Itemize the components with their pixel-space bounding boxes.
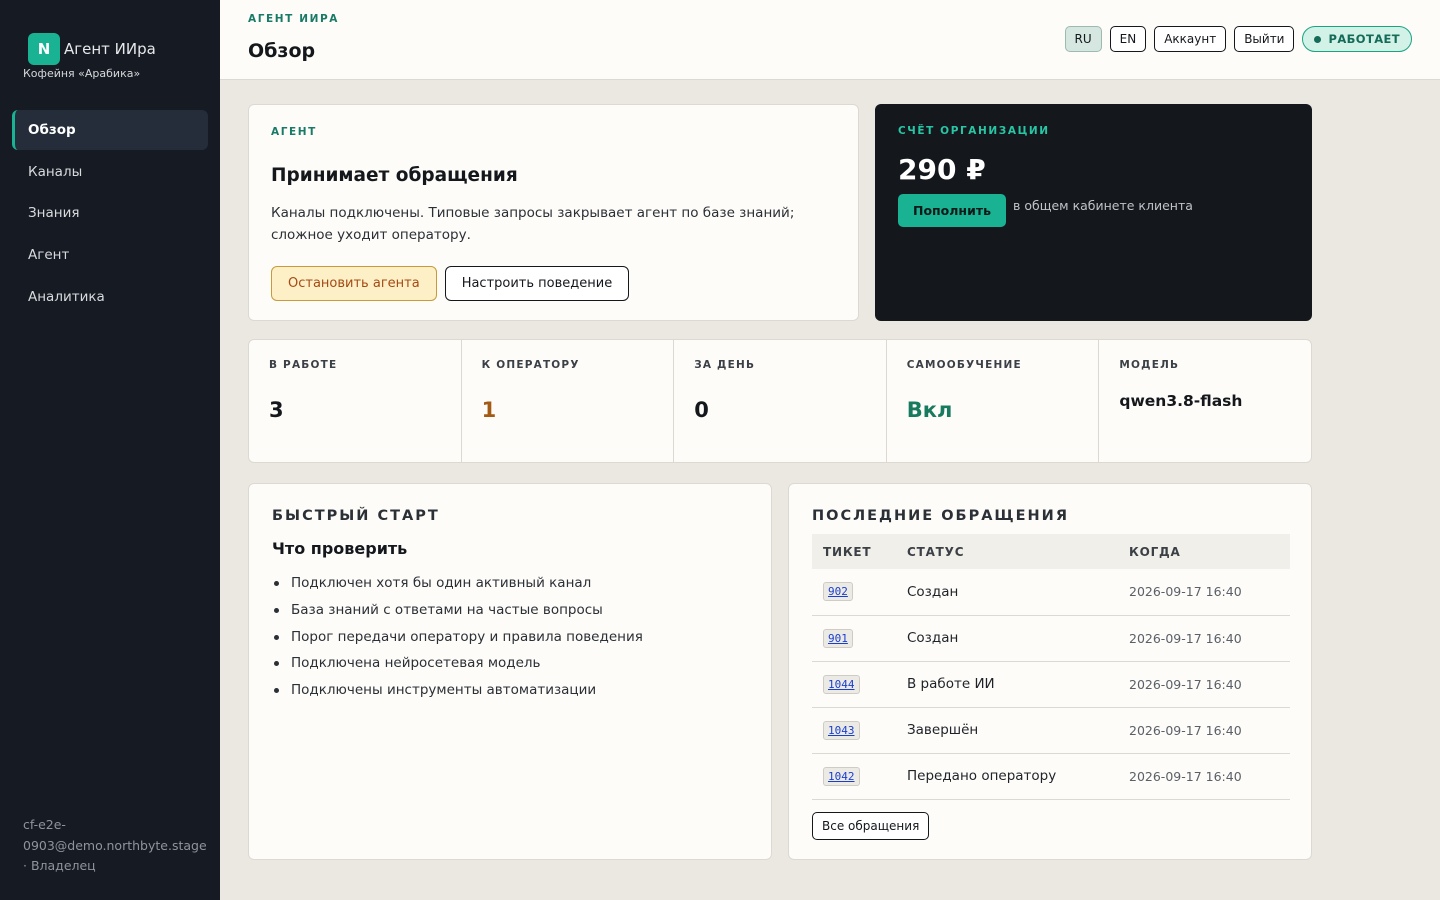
- stat-self-learning: САМООБУЧЕНИЕ Вкл: [887, 340, 1100, 462]
- list-item: Подключен хотя бы один активный канал: [274, 570, 643, 597]
- time-cell: 2026-09-17 16:40: [1118, 707, 1290, 754]
- sidebar-item-channels[interactable]: Каналы: [12, 152, 208, 192]
- topup-button[interactable]: Пополнить: [898, 194, 1006, 227]
- ticket-cell: 902: [812, 569, 896, 616]
- stat-per-day: ЗА ДЕНЬ 0: [674, 340, 887, 462]
- brand[interactable]: N Агент ИИра: [28, 33, 156, 65]
- ticket-link[interactable]: 901: [823, 628, 853, 648]
- balance-note: в общем кабинете клиента: [1013, 198, 1193, 213]
- ticket-cell: 901: [812, 615, 896, 662]
- time-cell: 2026-09-17 16:40: [1118, 569, 1290, 616]
- stat-value: 1: [481, 398, 497, 422]
- status-cell: Передано оператору: [896, 753, 1118, 800]
- sidebar-item-overview[interactable]: Обзор: [12, 110, 208, 150]
- account-button[interactable]: Аккаунт: [1154, 26, 1227, 52]
- table-row: 901 Создан 2026-09-17 16:40: [812, 615, 1290, 662]
- time-cell: 2026-09-17 16:40: [1118, 661, 1290, 708]
- agent-kicker: АГЕНТ: [271, 126, 317, 138]
- status-label: РАБОТАЕТ: [1328, 32, 1400, 46]
- header-actions: RU EN Аккаунт Выйти РАБОТАЕТ: [1064, 26, 1412, 52]
- agent-actions: Остановить агента Настроить поведение: [271, 266, 630, 301]
- list-item: Порог передачи оператору и правила повед…: [274, 624, 643, 651]
- list-item: Подключена нейросетевая модель: [274, 650, 643, 677]
- stat-value: qwen3.8-flash: [1119, 392, 1243, 410]
- agent-title: Принимает обращения: [271, 165, 518, 186]
- checklist: Подключен хотя бы один активный канал Ба…: [274, 570, 643, 704]
- balance-kicker: СЧЁТ ОРГАНИЗАЦИИ: [898, 125, 1050, 137]
- ticket-cell: 1044: [812, 661, 896, 708]
- stat-value: 0: [694, 398, 709, 422]
- recent-tickets-title: ПОСЛЕДНИЕ ОБРАЩЕНИЯ: [812, 508, 1069, 524]
- stat-label: МОДЕЛЬ: [1119, 359, 1180, 371]
- organization-balance-card: СЧЁТ ОРГАНИЗАЦИИ 290 ₽ Пополнить в общем…: [875, 104, 1312, 321]
- table-row: 1042 Передано оператору 2026-09-17 16:40: [812, 753, 1290, 800]
- recent-tickets-card: ПОСЛЕДНИЕ ОБРАЩЕНИЯ ТИКЕТ СТАТУС КОГДА 9…: [788, 483, 1312, 860]
- brand-name: Агент ИИра: [64, 40, 156, 58]
- stat-label: ЗА ДЕНЬ: [694, 359, 756, 371]
- sidebar-nav: Обзор Каналы Знания Агент Аналитика: [12, 110, 208, 318]
- lang-en-button[interactable]: EN: [1109, 26, 1147, 52]
- balance-amount: 290 ₽: [898, 153, 986, 186]
- lang-ru-button[interactable]: RU: [1064, 26, 1102, 52]
- table-row: 902 Создан 2026-09-17 16:40: [812, 569, 1290, 616]
- ticket-link[interactable]: 1044: [823, 674, 860, 694]
- quick-start-title: БЫСТРЫЙ СТАРТ: [272, 508, 440, 524]
- stats-card: В РАБОТЕ 3 К ОПЕРАТОРУ 1 ЗА ДЕНЬ 0 САМОО…: [248, 339, 1312, 463]
- brand-subtitle: Кофейня «Арабика»: [23, 67, 141, 80]
- stat-label: В РАБОТЕ: [269, 359, 338, 371]
- tickets-table: ТИКЕТ СТАТУС КОГДА 902 Создан 2026-09-17…: [812, 534, 1290, 800]
- ticket-cell: 1042: [812, 753, 896, 800]
- stat-label: К ОПЕРАТОРУ: [481, 359, 580, 371]
- ticket-link[interactable]: 1042: [823, 766, 860, 786]
- status-cell: Создан: [896, 615, 1118, 662]
- header-kicker: АГЕНТ ИИРА: [248, 13, 339, 25]
- configure-behavior-button[interactable]: Настроить поведение: [444, 266, 630, 301]
- time-cell: 2026-09-17 16:40: [1118, 615, 1290, 662]
- quick-start-subtitle: Что проверить: [272, 539, 408, 558]
- status-cell: Создан: [896, 569, 1118, 616]
- column-header-when: КОГДА: [1118, 534, 1290, 569]
- sidebar-item-knowledge[interactable]: Знания: [12, 193, 208, 233]
- table-row: 1043 Завершён 2026-09-17 16:40: [812, 707, 1290, 754]
- top-header: АГЕНТ ИИРА Обзор RU EN Аккаунт Выйти РАБ…: [220, 0, 1440, 80]
- brand-logo-icon: N: [28, 33, 60, 65]
- page-title: Обзор: [248, 40, 316, 62]
- ticket-link[interactable]: 902: [823, 582, 853, 602]
- stop-agent-button[interactable]: Остановить агента: [271, 266, 437, 301]
- time-cell: 2026-09-17 16:40: [1118, 753, 1290, 800]
- stat-in-work: В РАБОТЕ 3: [249, 340, 462, 462]
- status-badge: РАБОТАЕТ: [1302, 26, 1412, 52]
- agent-card: АГЕНТ Принимает обращения Каналы подключ…: [248, 104, 859, 321]
- sidebar-item-agent[interactable]: Агент: [12, 235, 208, 275]
- stat-value: 3: [269, 398, 284, 422]
- stat-value: Вкл: [906, 398, 953, 422]
- quick-start-card: БЫСТРЫЙ СТАРТ Что проверить Подключен хо…: [248, 483, 772, 860]
- ticket-link[interactable]: 1043: [823, 720, 860, 740]
- column-header-status: СТАТУС: [896, 534, 1118, 569]
- stat-to-operator: К ОПЕРАТОРУ 1: [462, 340, 675, 462]
- ticket-cell: 1043: [812, 707, 896, 754]
- table-row: 1044 В работе ИИ 2026-09-17 16:40: [812, 661, 1290, 708]
- list-item: Подключены инструменты автоматизации: [274, 677, 643, 704]
- stat-label: САМООБУЧЕНИЕ: [906, 359, 1022, 371]
- sidebar-item-analytics[interactable]: Аналитика: [12, 277, 208, 317]
- status-dot-icon: [1314, 35, 1322, 43]
- user-info: cf-e2e-0903@demo.northbyte.stage · Владе…: [23, 817, 207, 873]
- stat-model: МОДЕЛЬ qwen3.8-flash: [1099, 340, 1311, 462]
- agent-description: Каналы подключены. Типовые запросы закры…: [271, 205, 795, 243]
- status-cell: Завершён: [896, 707, 1118, 754]
- status-cell: В работе ИИ: [896, 661, 1118, 708]
- table-header-row: ТИКЕТ СТАТУС КОГДА: [812, 534, 1290, 569]
- column-header-ticket: ТИКЕТ: [812, 534, 896, 569]
- all-tickets-button[interactable]: Все обращения: [812, 812, 930, 840]
- list-item: База знаний с ответами на частые вопросы: [274, 597, 643, 624]
- sidebar: N Агент ИИра Кофейня «Арабика» Обзор Кан…: [0, 0, 220, 900]
- logout-button[interactable]: Выйти: [1234, 26, 1295, 52]
